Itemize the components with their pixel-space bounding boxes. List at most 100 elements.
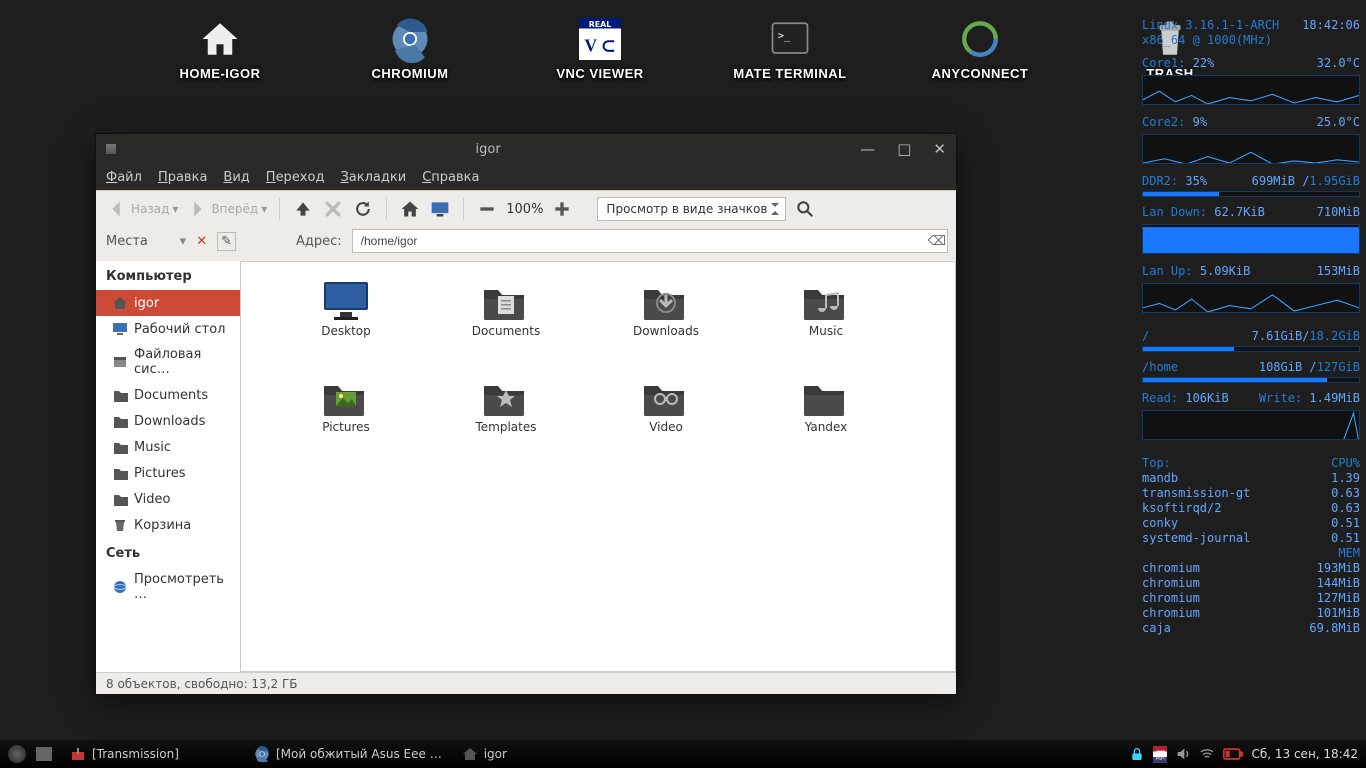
forward-button[interactable]: Вперёд ▾: [186, 198, 267, 220]
search-button[interactable]: [794, 198, 816, 220]
chromium-icon: [389, 18, 431, 60]
up-button[interactable]: [292, 198, 314, 220]
titlebar[interactable]: igor — □ ✕: [96, 134, 956, 164]
menu-закладки[interactable]: Закладки: [340, 170, 406, 185]
address-label: Адрес:: [296, 234, 342, 249]
window-close-indicator-icon: [106, 144, 116, 154]
zoom-out-button[interactable]: [476, 198, 498, 220]
terminal-icon: [769, 18, 811, 60]
menubar: Файл Правка Вид Переход Закладки Справка: [96, 164, 956, 190]
sidebar-item-downloads[interactable]: Downloads: [96, 408, 240, 434]
vnc-icon: [579, 18, 621, 60]
sidebar-item-documents[interactable]: Documents: [96, 382, 240, 408]
folder-plain-icon: [800, 374, 852, 416]
folder-icon: [112, 439, 128, 455]
address-clear-button[interactable]: ⌫: [928, 234, 946, 249]
network-icon[interactable]: [1199, 746, 1215, 762]
taskbar-task-home[interactable]: igor: [454, 744, 634, 764]
folder-icon: [112, 465, 128, 481]
core2-graph: [1142, 134, 1360, 164]
menu-правка[interactable]: Правка: [158, 170, 207, 185]
chromium-icon: [254, 746, 270, 762]
file-item-templates[interactable]: Templates: [431, 374, 581, 464]
sidebar-item-music[interactable]: Music: [96, 434, 240, 460]
volume-icon[interactable]: [1175, 746, 1191, 762]
taskbar-clock[interactable]: Сб, 13 сен, 18:42: [1251, 747, 1358, 761]
places-dropdown[interactable]: ▾: [180, 234, 187, 249]
file-manager-window: igor — □ ✕ Файл Правка Вид Переход Закладки С…: [96, 134, 956, 694]
menu-файл[interactable]: Файл: [106, 170, 142, 185]
computer-button[interactable]: [429, 198, 451, 220]
back-button[interactable]: Назад ▾: [106, 198, 178, 220]
keyboard-layout-icon[interactable]: 原: [1153, 746, 1167, 763]
file-item-downloads[interactable]: Downloads: [591, 278, 741, 368]
desktop-icon-label: VNC VIEWER: [556, 66, 643, 81]
sidebar-item-просмотреть-[interactable]: Просмотреть …: [96, 567, 240, 607]
taskbar: [Transmission] [Мой обжитый Asus Eee … igo…: [0, 740, 1366, 768]
sidebar-header: Компьютер: [96, 261, 240, 290]
toolbar: Назад ▾ Вперёд ▾ 100% Просмотр в виде зн…: [96, 191, 956, 227]
file-item-music[interactable]: Music: [751, 278, 901, 368]
close-button[interactable]: ✕: [933, 140, 946, 158]
sidebar-item-video[interactable]: Video: [96, 486, 240, 512]
address-input[interactable]: [352, 229, 948, 253]
desktop-icon-anyconnect[interactable]: ANYCONNECT: [920, 18, 1040, 81]
sidebar-item-рабочий-стол[interactable]: Рабочий стол: [96, 316, 240, 342]
folder-icon: [112, 387, 128, 403]
taskbar-task-chromium[interactable]: [Мой обжитый Asus Eee …: [246, 744, 450, 764]
home-button[interactable]: [399, 198, 421, 220]
sidebar-item-pictures[interactable]: Pictures: [96, 460, 240, 486]
places-edit-button[interactable]: ✎: [217, 232, 236, 251]
folder-icon: [112, 413, 128, 429]
view-mode-select[interactable]: Просмотр в виде значков: [597, 197, 786, 221]
home-icon: [112, 295, 128, 311]
folder-pics-icon: [320, 374, 372, 416]
sidebar-item-label: Просмотреть …: [134, 572, 232, 602]
reload-button[interactable]: [352, 198, 374, 220]
file-item-label: Pictures: [322, 420, 370, 434]
addressbar: Места ▾ ✕ ✎ Адрес: ⌫: [96, 227, 956, 261]
show-desktop-icon[interactable]: [36, 747, 52, 761]
sidebar: КомпьютерigorРабочий столФайловая сис… Do…: [96, 261, 241, 672]
menu-переход[interactable]: Переход: [266, 170, 325, 185]
globe-icon: [112, 579, 128, 595]
sidebar-item-label: Music: [134, 440, 171, 455]
io-graph: [1142, 410, 1360, 440]
sidebar-item-igor[interactable]: igor: [96, 290, 240, 316]
anyconnect-icon: [959, 18, 1001, 60]
stop-button[interactable]: [322, 198, 344, 220]
taskbar-task-label: [Мой обжитый Asus Eee …: [276, 747, 442, 761]
desktop-icon: [112, 321, 128, 337]
window-title: igor: [116, 142, 860, 157]
sidebar-item-label: Documents: [134, 388, 208, 403]
menu-справка[interactable]: Справка: [422, 170, 479, 185]
desktop-icon-mate-terminal[interactable]: MATE TERMINAL: [730, 18, 850, 81]
places-close-button[interactable]: ✕: [196, 234, 207, 249]
file-item-desktop[interactable]: Desktop: [271, 278, 421, 368]
battery-icon[interactable]: [1223, 748, 1243, 760]
taskbar-task-transmission[interactable]: [Transmission]: [62, 744, 242, 764]
sidebar-header: Сеть: [96, 538, 240, 567]
folder-icon: [112, 491, 128, 507]
maximize-button[interactable]: □: [897, 140, 911, 158]
minimize-button[interactable]: —: [860, 140, 875, 158]
sidebar-item-файловая-сис-[interactable]: Файловая сис…: [96, 342, 240, 382]
file-item-video[interactable]: Video: [591, 374, 741, 464]
lock-icon[interactable]: [1129, 746, 1145, 762]
file-item-yandex[interactable]: Yandex: [751, 374, 901, 464]
zoom-in-button[interactable]: [551, 198, 573, 220]
start-icon[interactable]: [8, 745, 26, 763]
file-item-label: Music: [809, 324, 843, 338]
desktop-icon-vnc-viewer[interactable]: VNC VIEWER: [540, 18, 660, 81]
file-item-label: Templates: [475, 420, 536, 434]
transmission-icon: [70, 746, 86, 762]
file-item-pictures[interactable]: Pictures: [271, 374, 421, 464]
desktop-icon-chromium[interactable]: CHROMIUM: [350, 18, 470, 81]
sidebar-item-корзина[interactable]: Корзина: [96, 512, 240, 538]
icon-view[interactable]: DesktopDocumentsDownloads Music Pictures Te…: [241, 261, 956, 672]
sidebar-item-label: Downloads: [134, 414, 205, 429]
core1-graph: [1142, 75, 1360, 105]
desktop-icon-home-igor[interactable]: HOME-IGOR: [160, 18, 280, 81]
file-item-documents[interactable]: Documents: [431, 278, 581, 368]
menu-вид[interactable]: Вид: [223, 170, 249, 185]
